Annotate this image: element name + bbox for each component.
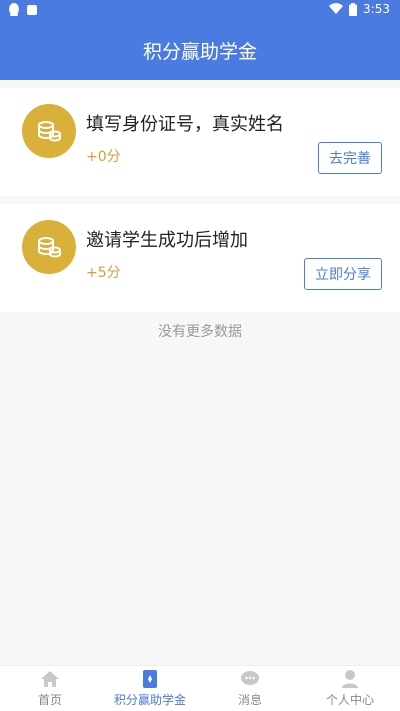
tab-messages-label: 消息: [237, 693, 262, 707]
task-title: 填写身份证号，真实姓名: [86, 114, 284, 135]
coin-icon: [22, 104, 76, 158]
tab-home[interactable]: 首页: [0, 666, 100, 711]
notification-icon: [27, 5, 37, 15]
share-button[interactable]: 立即分享: [304, 258, 382, 290]
coin-icon: [22, 220, 76, 274]
task-card: 填写身份证号，真实姓名 +0分 去完善: [0, 88, 400, 196]
scholarship-icon: [142, 669, 158, 689]
no-more-data-text: 没有更多数据: [158, 324, 242, 340]
task-points: +5分: [86, 265, 121, 281]
status-bar: 3:53: [0, 0, 400, 20]
message-icon: [240, 669, 260, 689]
battery-icon: [349, 2, 358, 16]
tab-home-label: 首页: [37, 693, 62, 707]
status-time: 3:53: [363, 2, 390, 16]
tab-profile-label: 个人中心: [325, 693, 374, 707]
profile-icon: [341, 669, 359, 689]
bottom-tab-bar: 首页 积分赢助学金 消息 个人中心: [0, 665, 400, 711]
wifi-icon: [329, 3, 344, 15]
page-title: 积分赢助学金: [142, 40, 257, 63]
task-title: 邀请学生成功后增加: [86, 230, 248, 251]
task-card: 邀请学生成功后增加 +5分 立即分享: [0, 204, 400, 312]
tab-scholarship[interactable]: 积分赢助学金: [100, 666, 200, 711]
home-icon: [40, 669, 60, 689]
status-icons-right: 3:53: [329, 2, 390, 16]
complete-info-button[interactable]: 去完善: [318, 142, 382, 174]
qq-notification-icon: [9, 3, 19, 16]
tab-messages[interactable]: 消息: [200, 666, 300, 711]
tab-profile[interactable]: 个人中心: [300, 666, 400, 711]
task-points: +0分: [86, 149, 121, 165]
status-icons-left: [8, 3, 38, 17]
app-header: 积分赢助学金: [0, 20, 400, 80]
tab-scholarship-label: 积分赢助学金: [113, 693, 186, 707]
